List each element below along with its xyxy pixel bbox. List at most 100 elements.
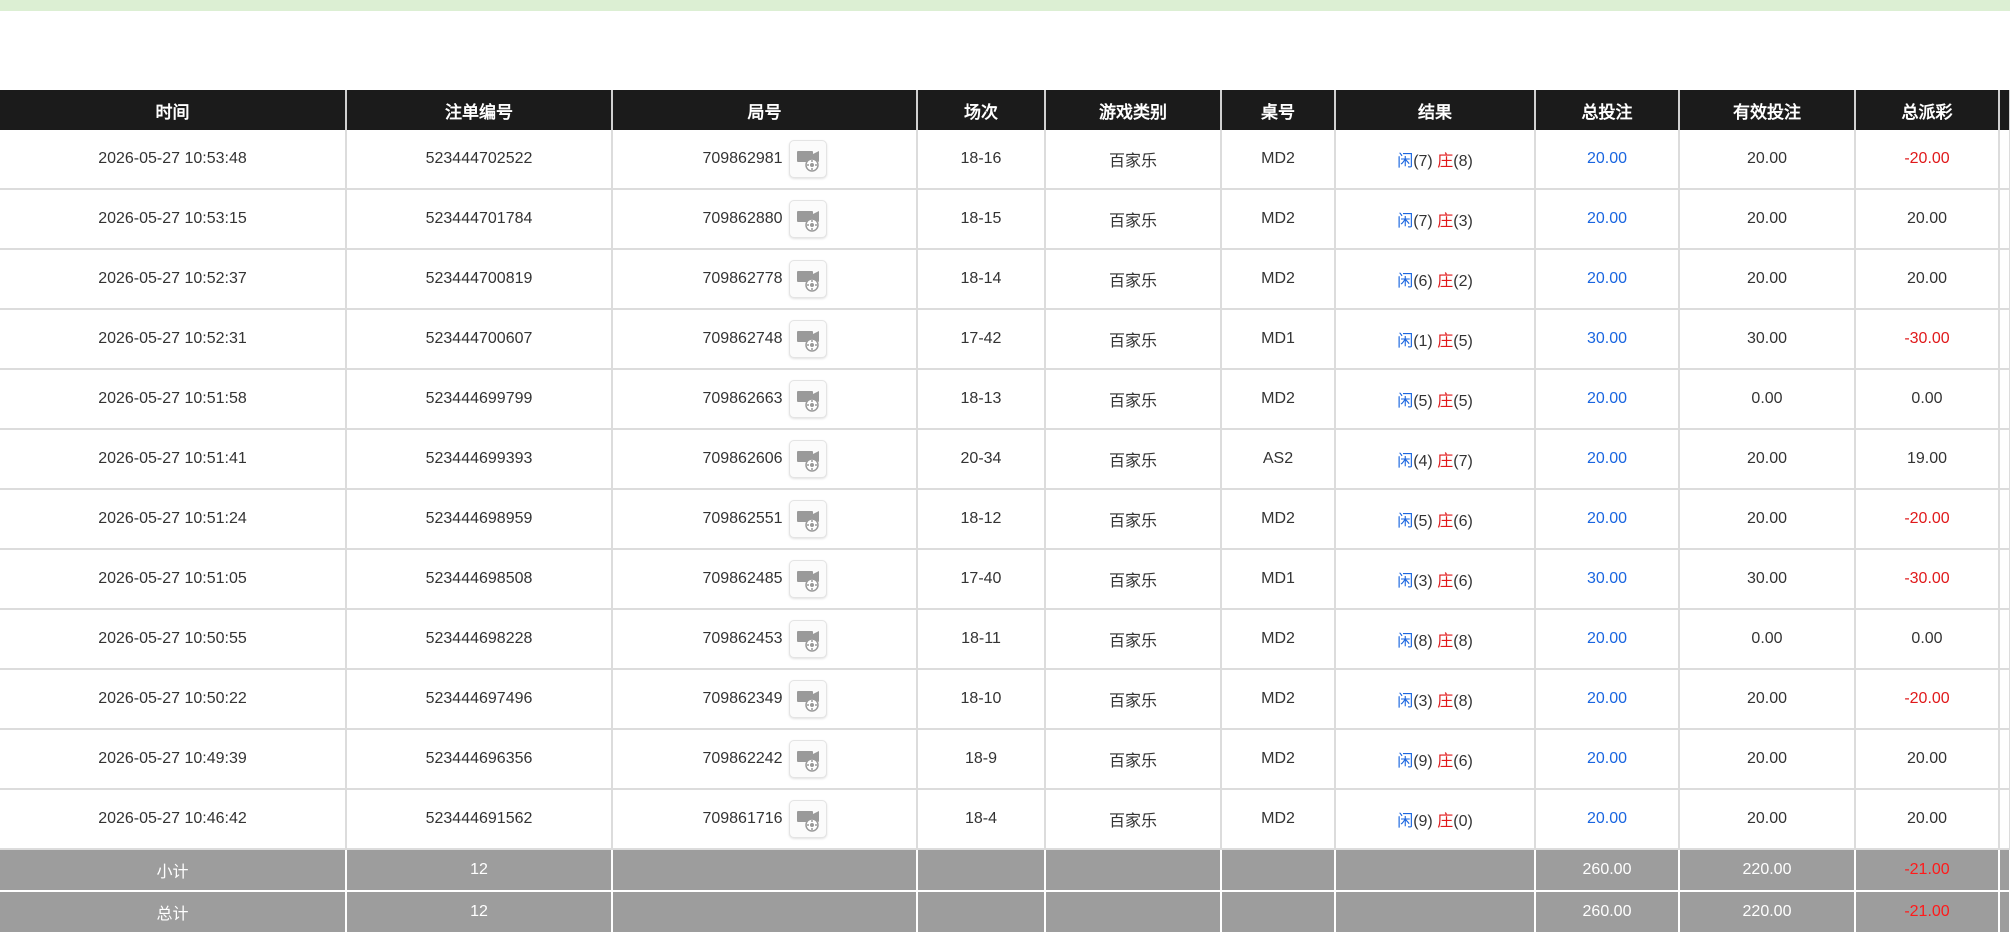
cell-time: 2026-05-27 10:52:31 [0, 309, 347, 370]
video-replay-icon[interactable] [788, 380, 827, 418]
cell-scene: 18-4 [916, 789, 1046, 850]
cell-scene: 18-10 [916, 669, 1046, 730]
result-banker-score: (6) [1453, 513, 1473, 530]
result-banker-label: 庄 [1437, 753, 1454, 770]
column-header-scene[interactable]: 场次 [916, 90, 1046, 130]
cell-total-bet: 20.00 [1534, 669, 1680, 730]
cell-extra [1998, 249, 2010, 310]
result-player-label: 闲 [1397, 513, 1414, 530]
column-header-round-no[interactable]: 局号 [611, 90, 918, 130]
cell-result: 闲(7) 庄(3) [1334, 189, 1536, 250]
cell-scene: 17-40 [916, 549, 1046, 610]
cell-time: 2026-05-27 10:51:58 [0, 369, 347, 430]
cell-game-type: 百家乐 [1044, 789, 1222, 850]
cell-result: 闲(3) 庄(6) [1334, 549, 1536, 610]
table-body: 2026-05-27 10:53:48 523444702522 709862981… [0, 130, 2010, 850]
round-number: 709862606 [702, 450, 783, 467]
grandtotal-empty-cell [611, 891, 918, 934]
column-header-time[interactable]: 时间 [0, 90, 347, 130]
video-replay-icon[interactable] [788, 260, 827, 298]
column-header-order-no[interactable]: 注单编号 [345, 90, 613, 130]
cell-table-no: MD2 [1220, 130, 1336, 190]
video-replay-icon[interactable] [788, 680, 827, 718]
video-replay-icon[interactable] [788, 500, 827, 538]
video-replay-icon[interactable] [788, 320, 827, 358]
cell-table-no: MD1 [1220, 549, 1336, 610]
cell-order-no: 523444700819 [345, 249, 613, 310]
column-header-result[interactable]: 结果 [1334, 90, 1536, 130]
video-replay-icon[interactable] [788, 560, 827, 598]
cell-order-no: 523444698959 [345, 489, 613, 550]
result-player-score: (8) [1413, 633, 1433, 650]
column-header-extra [1998, 90, 2010, 130]
video-replay-icon[interactable] [788, 200, 827, 238]
cell-extra [1998, 489, 2010, 550]
video-replay-icon[interactable] [788, 140, 827, 178]
cell-order-no: 523444702522 [345, 130, 613, 190]
result-player-score: (4) [1413, 453, 1433, 470]
column-header-table-no[interactable]: 桌号 [1220, 90, 1336, 130]
video-replay-glyph [796, 571, 819, 592]
cell-game-type: 百家乐 [1044, 609, 1222, 670]
column-header-total-bet[interactable]: 总投注 [1534, 90, 1680, 130]
column-header-total-payout[interactable]: 总派彩 [1854, 90, 2000, 130]
cell-round-no: 709862485 [611, 549, 918, 610]
cell-extra [1998, 429, 2010, 490]
result-banker-label: 庄 [1437, 333, 1454, 350]
cell-total-payout: 20.00 [1854, 189, 2000, 250]
result-player-label: 闲 [1397, 693, 1414, 710]
cell-extra [1998, 369, 2010, 430]
cell-game-type: 百家乐 [1044, 189, 1222, 250]
result-player-score: (1) [1413, 333, 1433, 350]
cell-total-payout: -20.00 [1854, 489, 2000, 550]
cell-total-payout: 19.00 [1854, 429, 2000, 490]
grandtotal-empty-cell [916, 891, 1046, 934]
video-replay-glyph [796, 751, 819, 772]
result-player-label: 闲 [1397, 453, 1414, 470]
round-number: 709862748 [702, 330, 783, 347]
cell-game-type: 百家乐 [1044, 309, 1222, 370]
video-replay-glyph [796, 211, 819, 232]
cell-table-no: MD2 [1220, 669, 1336, 730]
column-header-game-type[interactable]: 游戏类别 [1044, 90, 1222, 130]
video-replay-glyph [796, 511, 819, 532]
video-replay-icon[interactable] [788, 620, 827, 658]
subtotal-row: 小计 12 260.00 220.00 -21.00 [0, 849, 2010, 892]
round-number: 709862349 [702, 690, 783, 707]
video-replay-glyph [796, 451, 819, 472]
round-number: 709861716 [702, 810, 783, 827]
cell-time: 2026-05-27 10:50:55 [0, 609, 347, 670]
cell-result: 闲(9) 庄(0) [1334, 789, 1536, 850]
cell-extra [1998, 669, 2010, 730]
cell-scene: 18-9 [916, 729, 1046, 790]
result-player-score: (6) [1413, 273, 1433, 290]
video-replay-icon[interactable] [788, 800, 827, 838]
subtotal-empty-cell [916, 849, 1046, 892]
table-row: 2026-05-27 10:51:41 523444699393 709862606… [0, 429, 2010, 490]
video-replay-icon[interactable] [788, 740, 827, 778]
result-player-label: 闲 [1397, 153, 1414, 170]
subtotal-label: 小计 [0, 849, 347, 892]
cell-round-no: 709862453 [611, 609, 918, 670]
video-replay-glyph [796, 331, 819, 352]
cell-table-no: MD2 [1220, 609, 1336, 670]
cell-extra [1998, 729, 2010, 790]
cell-total-bet: 20.00 [1534, 249, 1680, 310]
table-row: 2026-05-27 10:53:15 523444701784 709862880… [0, 189, 2010, 250]
result-banker-label: 庄 [1437, 573, 1454, 590]
result-player-label: 闲 [1397, 273, 1414, 290]
grandtotal-label: 总计 [0, 891, 347, 934]
grandtotal-empty-cell [1220, 891, 1336, 934]
cell-scene: 18-16 [916, 130, 1046, 190]
cell-order-no: 523444691562 [345, 789, 613, 850]
cell-extra [1998, 609, 2010, 670]
result-player-score: (5) [1413, 393, 1433, 410]
video-replay-icon[interactable] [788, 440, 827, 478]
result-player-score: (7) [1413, 153, 1433, 170]
result-player-label: 闲 [1397, 753, 1414, 770]
cell-order-no: 523444697496 [345, 669, 613, 730]
cell-valid-bet: 30.00 [1678, 309, 1856, 370]
column-header-valid-bet[interactable]: 有效投注 [1678, 90, 1856, 130]
subtotal-total-bet: 260.00 [1534, 849, 1680, 892]
grandtotal-payout: -21.00 [1854, 891, 2000, 934]
